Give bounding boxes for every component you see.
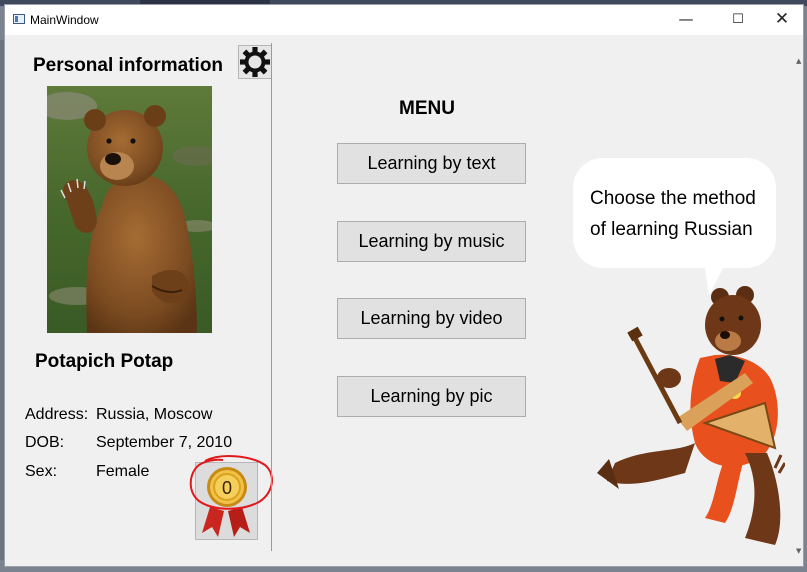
vertical-scrollbar[interactable] bbox=[793, 35, 803, 566]
red-annotation-circle bbox=[189, 455, 273, 510]
settings-button[interactable] bbox=[238, 45, 272, 79]
sex-value: Female bbox=[96, 463, 150, 480]
gear-icon bbox=[240, 47, 270, 77]
learning-by-video-button[interactable]: Learning by video bbox=[337, 298, 526, 339]
menu-title: MENU bbox=[399, 98, 455, 119]
speech-line-2: of learning Russian bbox=[590, 219, 753, 240]
close-button[interactable]: ✕ bbox=[759, 5, 805, 35]
window-title: MainWindow bbox=[30, 13, 99, 27]
address-value: Russia, Moscow bbox=[96, 406, 213, 423]
app-window-icon bbox=[13, 14, 25, 24]
dob-label: DOB: bbox=[25, 434, 65, 451]
sex-label: Sex: bbox=[25, 463, 58, 480]
address-label: Address: bbox=[25, 406, 89, 423]
title-bar[interactable]: MainWindow — ☐ ✕ bbox=[5, 5, 803, 35]
learning-by-text-button[interactable]: Learning by text bbox=[337, 143, 526, 184]
dob-value: September 7, 2010 bbox=[96, 434, 233, 451]
window-content: ▲ ▼ Personal information Potapich Potap … bbox=[5, 35, 803, 566]
learning-by-music-button[interactable]: Learning by music bbox=[337, 221, 526, 262]
speech-bubble-text: Choose the method of learning Russian bbox=[590, 183, 770, 245]
main-window: MainWindow — ☐ ✕ ▲ ▼ Personal informatio… bbox=[4, 4, 804, 567]
user-name: Potapich Potap bbox=[35, 351, 174, 372]
learning-by-pic-button[interactable]: Learning by pic bbox=[337, 376, 526, 417]
scroll-up-icon[interactable]: ▲ bbox=[796, 57, 801, 65]
speech-line-1: Choose the method bbox=[590, 188, 756, 209]
profile-photo bbox=[47, 86, 212, 333]
scroll-down-icon[interactable]: ▼ bbox=[796, 547, 801, 555]
panel-divider bbox=[271, 43, 272, 551]
minimize-button[interactable]: — bbox=[663, 5, 709, 35]
maximize-button[interactable]: ☐ bbox=[715, 5, 761, 35]
mascot-bear-balalaika bbox=[597, 286, 785, 545]
personal-info-heading: Personal information bbox=[33, 55, 224, 76]
